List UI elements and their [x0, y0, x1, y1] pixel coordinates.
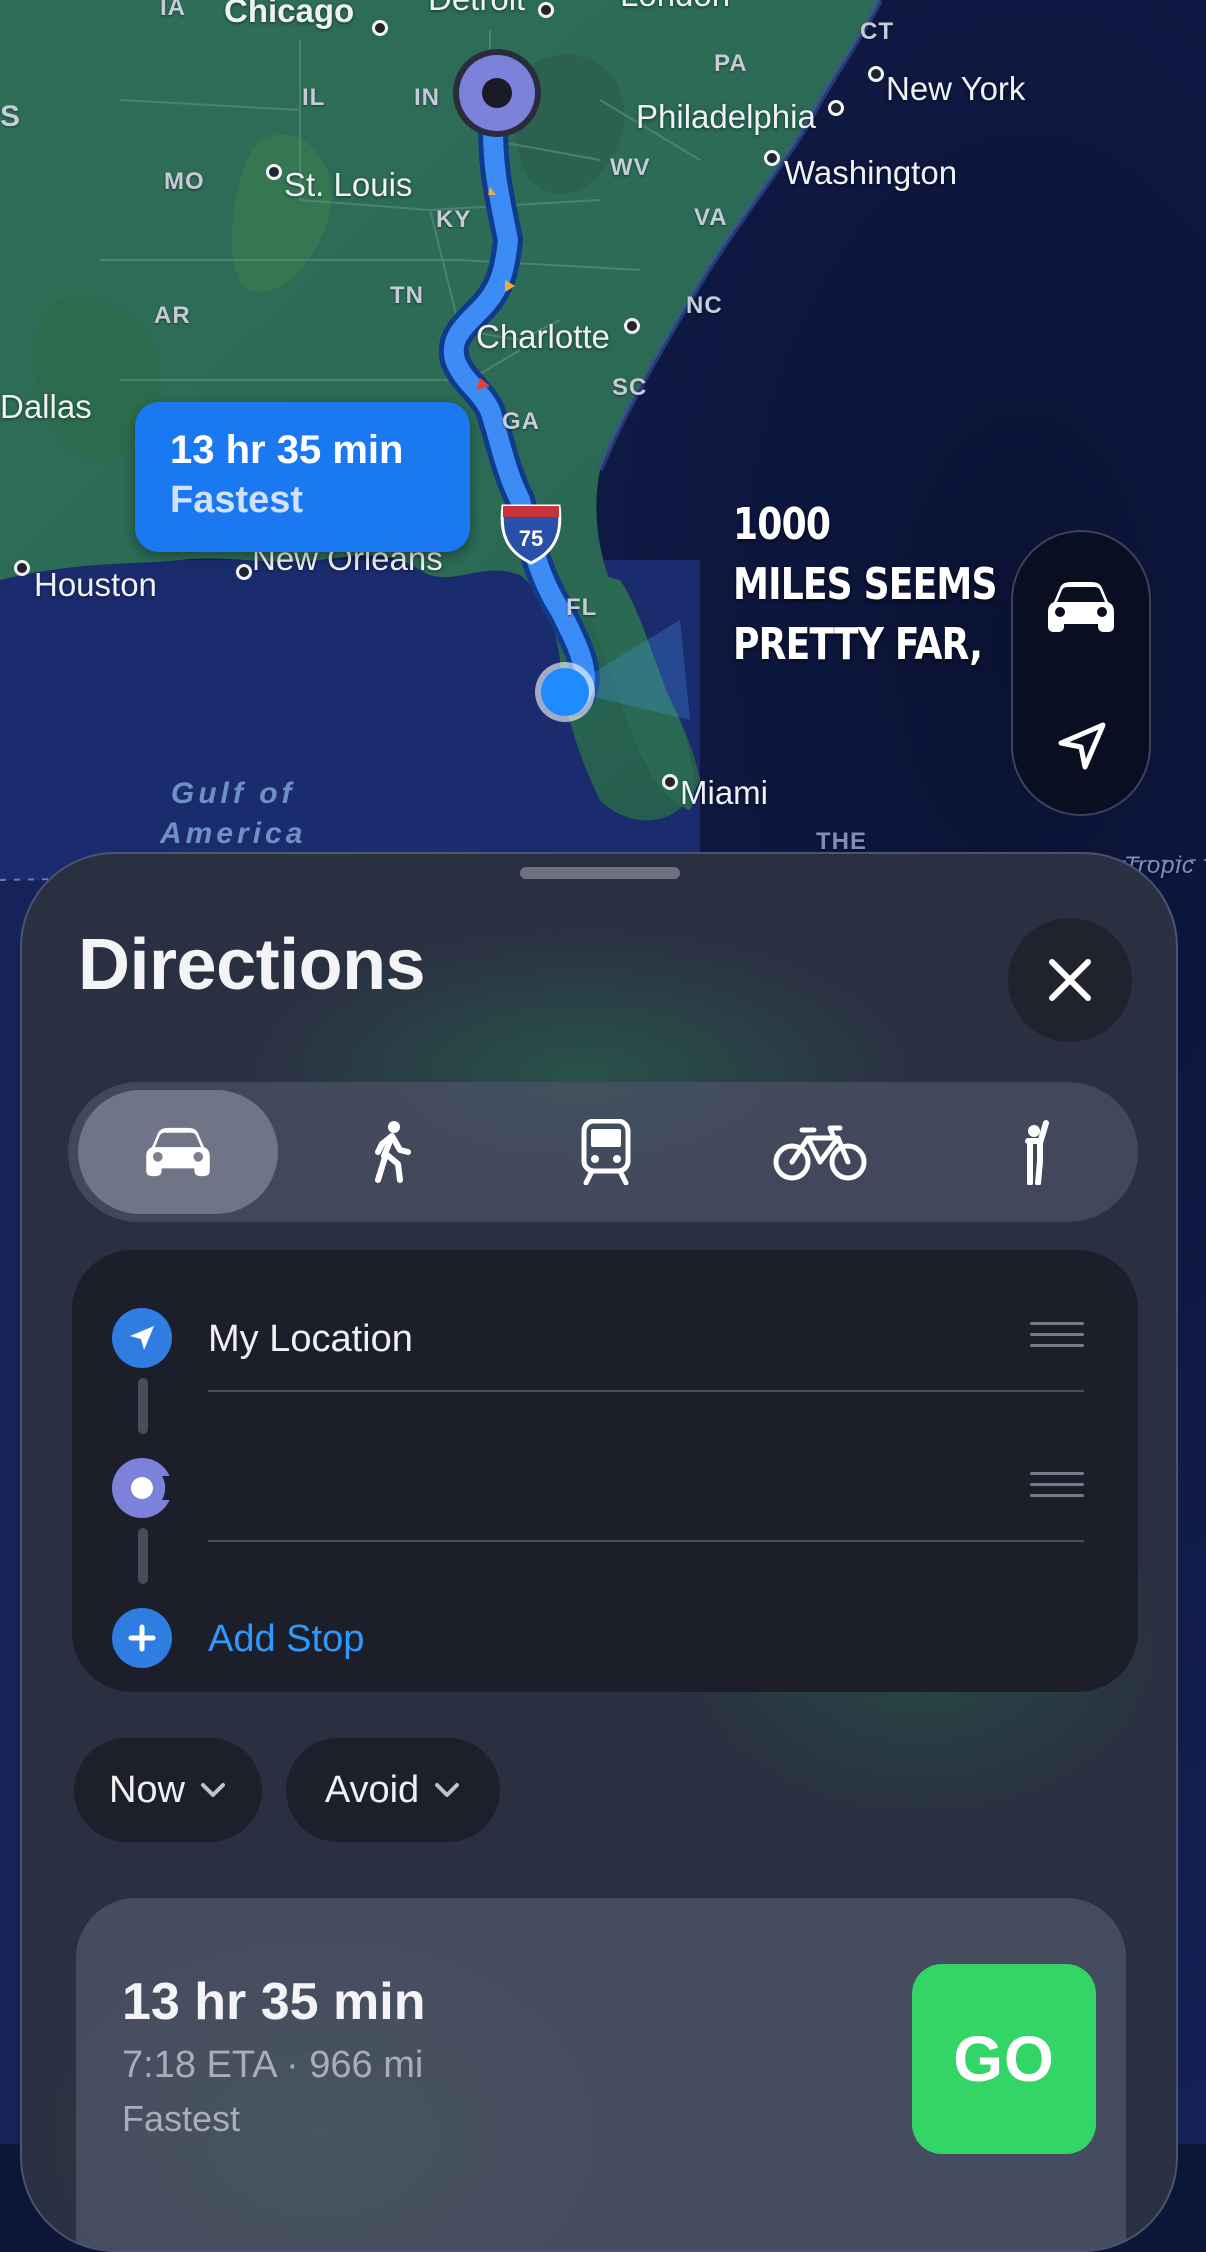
route-bubble-time: 13 hr 35 min — [170, 428, 404, 472]
sheet-title: Directions — [78, 925, 426, 1005]
chevron-down-icon — [435, 1783, 460, 1797]
water-label-gulf: Gulf of America — [160, 774, 306, 854]
state-label-wv: WV — [610, 154, 651, 181]
gulf-label-line2: America — [160, 817, 307, 850]
route-duration: 13 hr 35 min — [122, 1973, 426, 2031]
mode-walk-button[interactable] — [292, 1090, 492, 1214]
origin-stop-row[interactable]: My Location — [72, 1288, 1138, 1388]
map-mode-button[interactable] — [1013, 542, 1149, 672]
sheet-grabber[interactable] — [520, 867, 680, 879]
state-label-il: IL — [302, 84, 326, 111]
route-tag: Fastest — [122, 2098, 241, 2139]
city-dot — [764, 150, 780, 166]
city-label-miami: Miami — [680, 774, 768, 811]
avoid-label: Avoid — [324, 1768, 420, 1811]
video-caption: 1000 MILES SEEMS PRETTY FAR, — [733, 495, 997, 675]
city-label-st-louis: St. Louis — [284, 166, 413, 203]
locate-me-button[interactable] — [1013, 682, 1149, 812]
destination-stop-row[interactable] — [72, 1438, 1138, 1538]
city-dot — [372, 20, 388, 36]
state-label-nc: NC — [686, 292, 723, 319]
go-button[interactable]: GO — [912, 1964, 1096, 2154]
destination-pin-icon — [112, 1458, 172, 1518]
city-dot — [538, 2, 554, 18]
city-dot — [624, 318, 640, 334]
city-dot — [662, 774, 678, 790]
state-label-ct: CT — [860, 18, 894, 45]
close-button[interactable] — [1008, 918, 1132, 1042]
state-label-ar: AR — [154, 302, 191, 329]
add-stop-row[interactable]: Add Stop — [72, 1588, 1138, 1688]
state-label-pa: PA — [714, 50, 748, 77]
walking-icon — [375, 1121, 411, 1183]
city-label-new-york: New York — [886, 70, 1026, 107]
city-label-houston: Houston — [34, 566, 157, 603]
city-dot — [236, 564, 252, 580]
mode-ride-button[interactable] — [934, 1090, 1134, 1214]
stop-divider — [208, 1540, 1084, 1542]
state-label-mo: MO — [164, 168, 205, 195]
mode-transit-button[interactable] — [506, 1090, 706, 1214]
chevron-down-icon — [201, 1783, 226, 1797]
bicycle-icon — [773, 1125, 867, 1181]
state-label-fl: FL — [566, 594, 598, 621]
caption-line-1: 1000 — [733, 499, 831, 550]
route-stops-list: My Location Add Stop — [72, 1250, 1138, 1692]
city-label-dallas: Dallas — [0, 388, 92, 425]
city-label-chicago: Chicago — [224, 0, 355, 29]
caption-line-3: PRETTY FAR, — [733, 619, 983, 670]
city-label-london: London — [620, 0, 730, 14]
location-arrow-icon — [1058, 722, 1106, 770]
transport-mode-selector — [68, 1082, 1138, 1222]
stop-connector — [138, 1528, 148, 1584]
route-option-card[interactable]: 13 hr 35 min 7:18 ETA · 966 mi Fastest G… — [76, 1898, 1126, 2250]
depart-time-dropdown[interactable]: Now — [74, 1738, 262, 1842]
location-arrow-icon — [112, 1308, 172, 1368]
gulf-label-line1: Gulf of — [170, 777, 296, 810]
state-label-ga: GA — [502, 408, 540, 435]
caption-line-2: MILES SEEMS — [733, 559, 997, 610]
plus-icon — [112, 1608, 172, 1668]
state-label-ia: IA — [160, 0, 186, 21]
city-dot — [14, 560, 30, 576]
stop-divider — [208, 1390, 1084, 1392]
mode-cycle-button[interactable] — [720, 1090, 920, 1214]
city-label-charlotte: Charlotte — [476, 318, 610, 355]
rideshare-icon — [1025, 1120, 1049, 1185]
route-bubble-label: Fastest — [170, 479, 304, 521]
interstate-label: 75 — [519, 526, 543, 551]
origin-label: My Location — [208, 1318, 413, 1360]
city-label-washington: Washington — [784, 154, 958, 191]
state-label-ky: KY — [436, 206, 472, 233]
city-dot — [828, 100, 844, 116]
train-icon — [581, 1119, 631, 1185]
city-dot — [868, 66, 884, 82]
car-icon — [146, 1127, 210, 1177]
mode-drive-button[interactable] — [78, 1090, 278, 1214]
route-eta-distance: 7:18 ETA · 966 mi — [122, 2044, 424, 2086]
city-label-philadelphia: Philadelphia — [636, 98, 816, 135]
car-icon — [1048, 582, 1114, 632]
map-controls — [1011, 530, 1151, 816]
directions-sheet: Directions My Location Add Stop Now Avoi… — [20, 852, 1178, 2252]
route-time-bubble[interactable]: 13 hr 35 min Fastest — [135, 402, 470, 552]
add-stop-label: Add Stop — [208, 1618, 365, 1660]
state-label-in: IN — [414, 84, 440, 111]
state-label-sc: SC — [612, 374, 648, 401]
state-label-va: VA — [694, 204, 728, 231]
drag-handle-icon[interactable] — [1030, 1322, 1084, 1355]
stop-connector — [138, 1378, 148, 1434]
depart-time-label: Now — [108, 1768, 186, 1811]
close-icon — [1049, 959, 1091, 1001]
avoid-dropdown[interactable]: Avoid — [286, 1738, 500, 1842]
state-label-tn: TN — [390, 282, 424, 309]
drag-handle-icon[interactable] — [1030, 1472, 1084, 1505]
city-label-detroit: Detroit — [428, 0, 525, 18]
state-label-s: S — [0, 100, 22, 133]
city-dot — [266, 164, 282, 180]
